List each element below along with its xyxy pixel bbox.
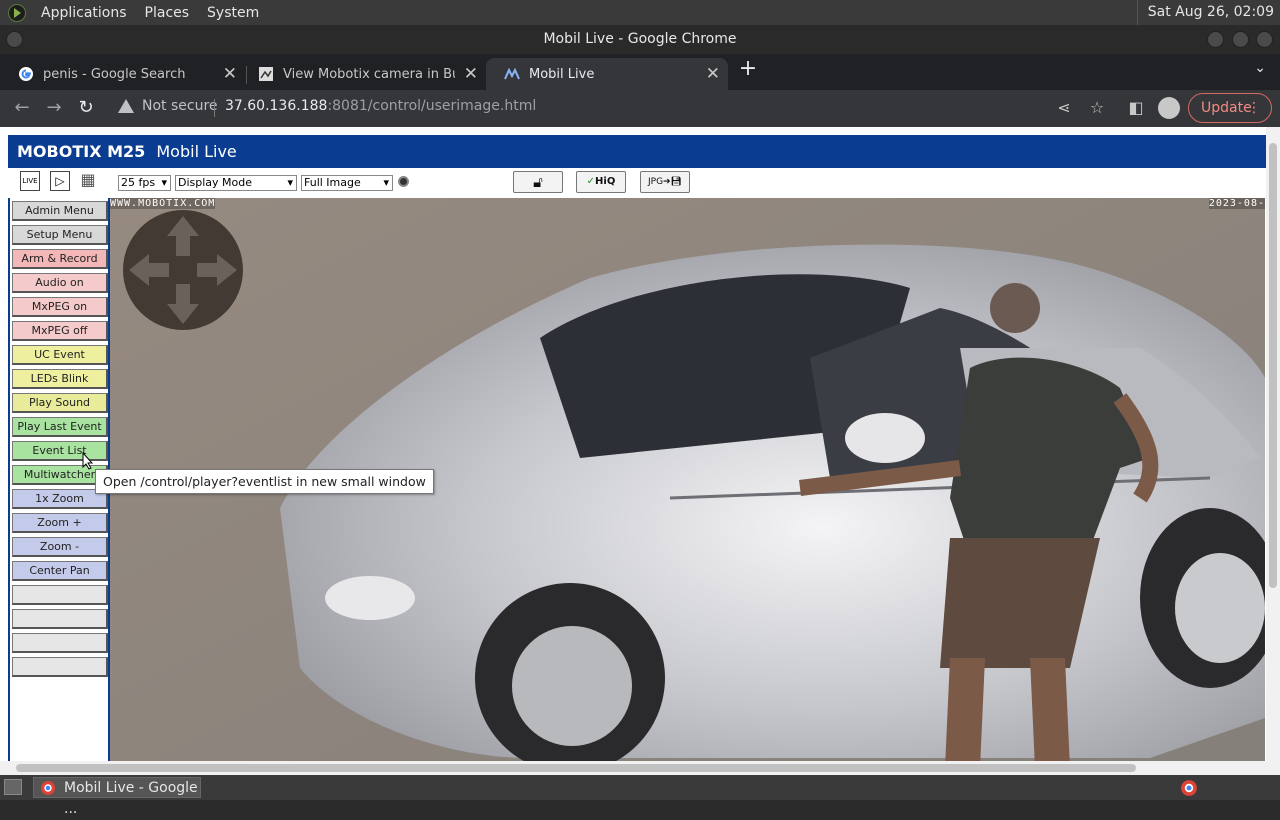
sidebar-button-empty[interactable] [12,633,108,653]
lock-button[interactable]: 🔓︎ [513,171,563,193]
check-icon: ✓ [586,176,596,187]
tab-search-chevron-icon[interactable]: ⌄ [1254,60,1266,76]
taskbar-item-label: Mobil Live - Google ... [64,780,198,817]
close-tab-icon[interactable]: ✕ [706,64,720,84]
mouse-cursor-icon [82,452,94,470]
share-icon[interactable]: ⋖ [1053,97,1075,119]
image-mode-select[interactable]: Full Image [301,175,393,191]
camera-control-bar: LIVE ▷ ▦ 25 fps Display Mode Full Image … [8,168,1266,198]
url-path: :8081/control/userimage.html [327,98,537,114]
sidebar-button-center-pan[interactable]: Center Pan [12,561,108,581]
sidebar-button-leds-blink[interactable]: LEDs Blink [12,369,108,389]
vertical-scrollbar[interactable] [1266,127,1280,775]
ptz-control[interactable] [123,210,243,330]
chrome-tray-icon[interactable] [1180,779,1198,797]
pan-left-icon [129,254,169,286]
google-icon [19,67,33,81]
sidebar-button-empty[interactable] [12,657,108,677]
chrome-icon [41,781,55,795]
tab-title: Mobil Live [529,66,595,82]
tab-strip: penis - Google Search ✕ View Mobotix cam… [0,54,1280,90]
pan-down-icon [167,284,199,324]
pan-up-icon [167,216,199,256]
top-panel: Applications Places System Sat Aug 26, 0… [0,0,1280,25]
camera-site-icon [259,67,273,81]
page-header: MOBOTIX M25 Mobil Live [8,135,1266,168]
address-divider [214,99,215,117]
sidebar-button-play-sound[interactable]: Play Sound [12,393,108,413]
tooltip: Open /control/player?eventlist in new sm… [95,469,434,494]
hiq-button[interactable]: ✓HiQ [576,171,626,193]
tab-title: View Mobotix camera in Bulga [283,66,455,82]
bookmark-star-icon[interactable]: ☆ [1086,97,1108,119]
multiview-icon[interactable]: ▦ [78,171,98,191]
page-viewport: MOBOTIX M25 Mobil Live LIVE ▷ ▦ 25 fps D… [0,127,1280,775]
address-bar[interactable]: 37.60.136.188:8081/control/userimage.htm… [225,98,536,114]
places-menu[interactable]: Places [136,5,199,21]
tab-mobotix-camera[interactable]: View Mobotix camera in Bulga ✕ [240,58,486,90]
window-title-bar: Mobil Live - Google Chrome [0,25,1280,54]
sidebar-button-uc-event[interactable]: UC Event [12,345,108,365]
show-desktop-icon[interactable] [4,779,22,795]
sidebar-button-audio-on[interactable]: Audio on [12,273,108,293]
sidebar-button-empty[interactable] [12,585,108,605]
sidebar-button-mxpeg-off[interactable]: MxPEG off [12,321,108,341]
system-menu[interactable]: System [198,5,268,21]
live-mode-icon[interactable]: LIVE [20,171,40,191]
brand-label: MOBOTIX M25 [17,142,146,161]
scroll-thumb[interactable] [16,764,1136,772]
browser-toolbar: ← → ↻ Not secure 37.60.136.188:8081/cont… [0,90,1280,127]
pan-right-icon [197,254,237,286]
warning-icon [118,99,134,113]
back-icon[interactable]: ← [10,96,34,120]
sidebar-button-1x-zoom[interactable]: 1x Zoom [12,489,108,509]
taskbar-window-button[interactable]: Mobil Live - Google ... [33,777,201,817]
minimize-icon[interactable] [1207,31,1224,48]
new-tab-icon[interactable]: + [737,58,759,80]
camera-timestamp: 2023-08- [1208,198,1265,209]
menu-dots-icon: ⋮ [1247,100,1261,116]
url-host: 37.60.136.188 [225,98,328,114]
side-panel-icon[interactable]: ◧ [1125,97,1147,119]
sidebar-button-admin-menu[interactable]: Admin Menu [12,201,108,221]
sidebar-button-zoom[interactable]: Zoom + [12,513,108,533]
close-tab-icon[interactable]: ✕ [464,64,478,84]
close-window-icon[interactable] [1256,31,1273,48]
save-jpg-button[interactable]: JPG➔💾︎ [640,171,690,193]
profile-avatar-icon[interactable] [1158,97,1180,119]
display-mode-select[interactable]: Display Mode [175,175,297,191]
horizontal-scrollbar[interactable] [0,761,1266,775]
tab-mobil-live[interactable]: Mobil Live ✕ [486,58,728,90]
sidebar-button-zoom[interactable]: Zoom - [12,537,108,557]
clock[interactable]: Sat Aug 26, 02:09 [1136,0,1280,25]
page-title: Mobil Live [156,142,237,161]
player-mode-icon[interactable]: ▷ [50,171,70,191]
distro-logo-icon[interactable] [8,3,26,22]
security-label: Not secure [142,98,218,114]
sidebar-button-mxpeg-on[interactable]: MxPEG on [12,297,108,317]
applications-menu[interactable]: Applications [32,5,136,21]
mobotix-icon [504,67,520,80]
tab-google-search[interactable]: penis - Google Search ✕ [0,58,245,90]
reload-icon[interactable]: ↻ [74,96,98,120]
security-indicator[interactable]: Not secure [118,98,218,114]
close-tab-icon[interactable]: ✕ [223,64,237,84]
status-dot-icon [398,176,409,187]
window-menu-icon[interactable] [6,31,23,48]
bottom-panel: Mobil Live - Google ... [0,775,1280,817]
sidebar-button-setup-menu[interactable]: Setup Menu [12,225,108,245]
camera-watermark: WWW.MOBOTIX.COM [110,198,216,209]
sidebar-button-arm-record[interactable]: Arm & Record [12,249,108,269]
update-label: Update [1201,100,1252,116]
tab-title: penis - Google Search [43,66,186,82]
ptz-arrows [129,216,237,324]
forward-icon[interactable]: → [42,96,66,120]
update-button[interactable]: Update ⋮ [1188,93,1272,123]
fps-select[interactable]: 25 fps [118,175,171,191]
scroll-thumb[interactable] [1269,143,1277,588]
window-title: Mobil Live - Google Chrome [543,31,737,47]
sidebar-button-play-last-event[interactable]: Play Last Event [12,417,108,437]
sidebar-button-empty[interactable] [12,609,108,629]
maximize-icon[interactable] [1232,31,1249,48]
